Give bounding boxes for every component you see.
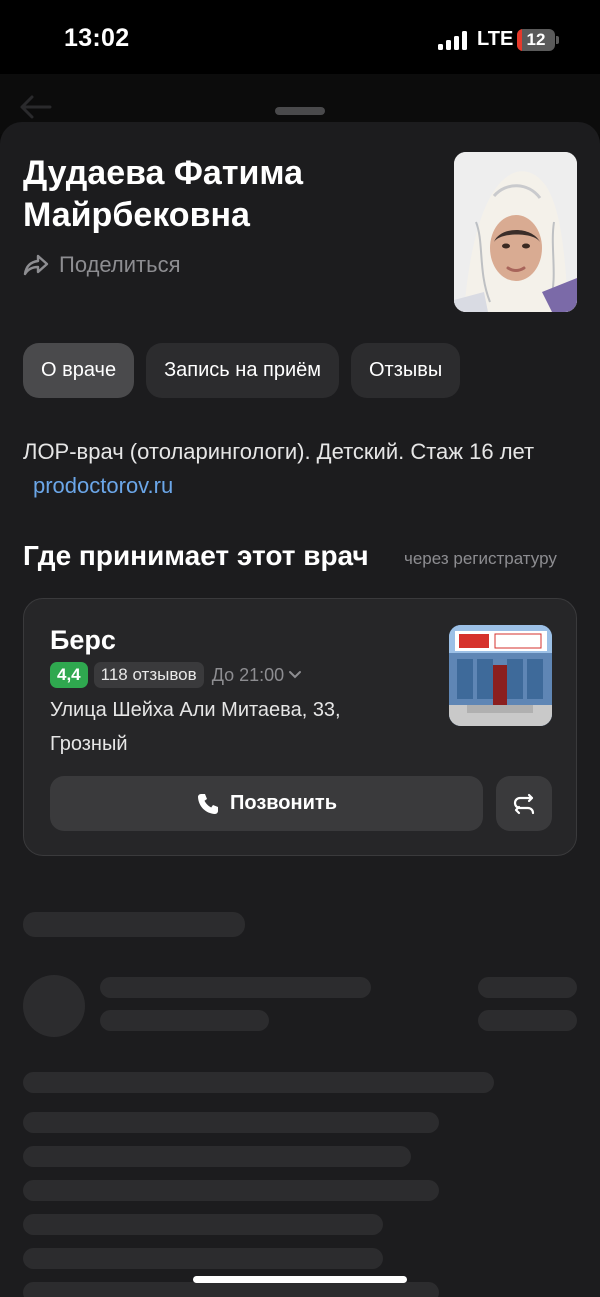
call-button[interactable]: Позвонить xyxy=(50,776,483,831)
chevron-down-icon xyxy=(289,671,302,679)
doctor-name: Дудаева Фатима Майрбековна xyxy=(23,154,304,234)
source-link[interactable]: prodoctorov.ru xyxy=(33,473,173,498)
clinic-photo xyxy=(449,625,552,726)
skeleton-line xyxy=(100,1010,269,1031)
share-label: Поделиться xyxy=(59,252,181,277)
doctor-photo xyxy=(454,152,577,312)
route-button[interactable] xyxy=(496,776,552,831)
battery-tip xyxy=(556,36,559,44)
skeleton-line xyxy=(478,977,577,998)
skeleton-line xyxy=(23,1214,383,1235)
section-subtitle: через регистратуру xyxy=(404,549,557,568)
share-arrow-icon xyxy=(23,254,49,276)
call-label: Позвонить xyxy=(230,792,337,814)
tab-about[interactable]: О враче xyxy=(23,343,135,398)
clinic-address: Улица Шейха Али Митаева, 33, Грозный xyxy=(50,699,341,755)
route-icon xyxy=(513,793,535,814)
skeleton-line xyxy=(478,1010,577,1031)
doctor-description: ЛОР-врач (отоларингологи). Детский. Стаж… xyxy=(23,435,583,503)
skeleton-line xyxy=(23,1146,411,1167)
description-text: ЛОР-врач (отоларингологи). Детский. Стаж… xyxy=(23,439,535,464)
sheet-grabber[interactable] xyxy=(275,107,325,115)
skeleton-line xyxy=(23,1112,439,1133)
doctor-portrait-icon xyxy=(454,152,577,312)
doctor-tabs: О враче Запись на приём Отзывы xyxy=(23,343,461,398)
hours-label: До 21:00 xyxy=(211,664,285,685)
network-type: LTE xyxy=(477,28,514,50)
skeleton-line xyxy=(23,1282,439,1297)
hours-toggle[interactable]: До 21:00 xyxy=(212,665,302,686)
status-time: 13:02 xyxy=(64,24,130,52)
skeleton-avatar xyxy=(23,975,85,1037)
home-indicator[interactable] xyxy=(193,1276,407,1283)
back-arrow-icon[interactable] xyxy=(18,94,52,120)
skeleton-line xyxy=(100,977,371,998)
skeleton-line xyxy=(23,1072,494,1093)
clinic-meta: 4,4 118 отзывов До 21:00 xyxy=(50,662,302,688)
signal-icon xyxy=(438,30,468,50)
section-title: Где принимает этот врач xyxy=(23,540,369,571)
skeleton-heading xyxy=(23,912,245,937)
battery-percent: 12 xyxy=(526,30,546,49)
clinic-card[interactable]: Берс 4,4 118 отзывов До 21:00 Улица Шейх… xyxy=(23,598,577,856)
rating-badge: 4,4 xyxy=(50,662,88,688)
status-bar: 13:02 LTE 12 xyxy=(0,0,600,74)
reviews-badge[interactable]: 118 отзывов xyxy=(93,662,204,688)
skeleton-line xyxy=(23,1248,383,1269)
share-button[interactable]: Поделиться xyxy=(23,252,180,278)
clinic-name: Берс xyxy=(50,625,116,655)
phone-icon xyxy=(198,793,218,814)
clinic-building-icon xyxy=(449,625,552,726)
tab-reviews[interactable]: Отзывы xyxy=(351,343,461,398)
tab-appointment[interactable]: Запись на приём xyxy=(146,343,339,398)
battery-icon: 12 xyxy=(517,29,555,51)
skeleton-line xyxy=(23,1180,439,1201)
